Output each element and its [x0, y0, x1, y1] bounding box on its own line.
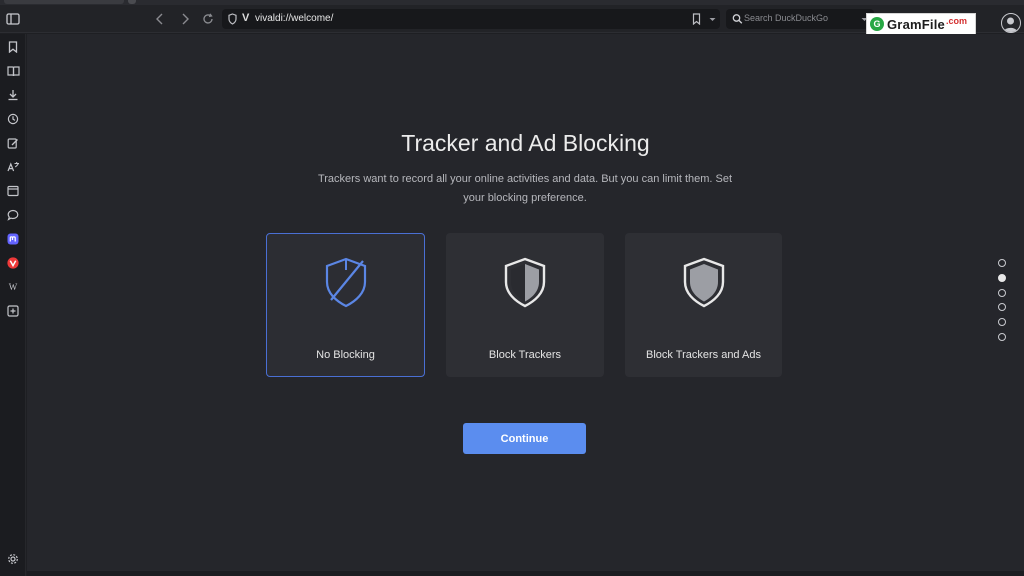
vivaldi-icon[interactable] — [3, 253, 23, 273]
step-dot-active[interactable] — [998, 273, 1006, 282]
search-placeholder: Search DuckDuckGo — [744, 13, 829, 23]
side-panel: W — [0, 34, 26, 576]
reload-icon[interactable] — [198, 9, 218, 29]
translate-icon[interactable] — [3, 157, 23, 177]
option-label: Block Trackers and Ads — [646, 349, 761, 361]
step-dot[interactable] — [998, 332, 1006, 341]
bookmarks-icon[interactable] — [3, 37, 23, 57]
site-shield-icon[interactable] — [228, 12, 237, 30]
step-dot[interactable] — [998, 318, 1006, 327]
option-label: No Blocking — [316, 349, 375, 361]
chevron-down-icon[interactable] — [708, 12, 717, 30]
address-bar[interactable]: V vivaldi://welcome/ — [222, 9, 720, 29]
step-dot[interactable] — [998, 259, 1006, 267]
page-title: Tracker and Ad Blocking — [401, 130, 650, 156]
step-dot[interactable] — [998, 288, 1006, 297]
back-icon[interactable] — [150, 9, 170, 29]
notes-icon[interactable] — [3, 133, 23, 153]
shield-full-icon — [681, 256, 727, 313]
page-subtitle: Trackers want to record all your online … — [317, 173, 733, 204]
bookmark-icon[interactable] — [692, 12, 701, 30]
panel-toggle-icon[interactable] — [3, 9, 23, 29]
window-panel-icon[interactable] — [3, 181, 23, 201]
vivaldi-logo-icon: V — [242, 12, 250, 24]
option-label: Block Trackers — [488, 349, 562, 361]
history-icon[interactable] — [3, 109, 23, 129]
option-block-trackers-and-ads[interactable]: Block Trackers and Ads — [625, 233, 782, 377]
continue-button[interactable]: Continue — [463, 423, 586, 454]
shield-slash-icon — [323, 256, 369, 313]
search-icon — [732, 12, 743, 30]
downloads-icon[interactable] — [3, 85, 23, 105]
chat-icon[interactable] — [3, 205, 23, 225]
watermark-suffix: .com — [945, 16, 967, 26]
profile-avatar[interactable] — [1001, 13, 1021, 33]
gear-icon[interactable] — [3, 549, 23, 569]
wikipedia-icon[interactable]: W — [3, 277, 23, 297]
watermark-logo-icon: G — [870, 17, 884, 31]
watermark-brand: GramFile — [887, 16, 945, 32]
shield-half-icon — [502, 256, 548, 313]
add-panel-icon[interactable] — [3, 301, 23, 321]
step-indicator — [998, 259, 1008, 348]
tab-sliver[interactable] — [4, 0, 124, 4]
watermark: G GramFile .com — [866, 13, 976, 35]
address-url: vivaldi://welcome/ — [255, 13, 334, 24]
status-bar — [27, 571, 1024, 576]
step-dot[interactable] — [998, 303, 1006, 312]
mastodon-icon[interactable] — [3, 229, 23, 249]
forward-icon[interactable] — [175, 9, 195, 29]
option-block-trackers[interactable]: Block Trackers — [446, 233, 604, 377]
option-no-blocking[interactable]: No Blocking — [266, 233, 425, 377]
welcome-page: Tracker and Ad Blocking Trackers want to… — [27, 34, 1024, 576]
reading-list-icon[interactable] — [3, 61, 23, 81]
search-field[interactable]: Search DuckDuckGo — [726, 9, 874, 29]
tab-sliver[interactable] — [128, 0, 136, 4]
